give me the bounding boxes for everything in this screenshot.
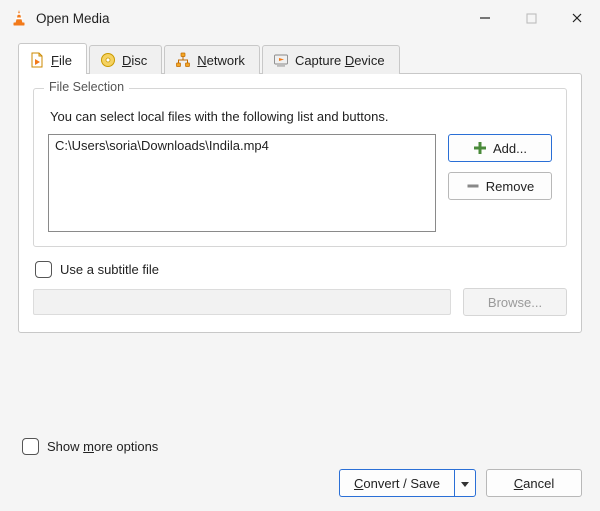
tab-file-label: File [51, 53, 72, 68]
disc-icon [100, 52, 116, 68]
cancel-button[interactable]: Cancel [486, 469, 582, 497]
cancel-button-label: Cancel [514, 476, 554, 491]
subtitle-path-input [33, 289, 451, 315]
subtitle-file-row: Browse... [33, 288, 567, 316]
open-media-window: Open Media File Disc [0, 0, 600, 511]
file-side-buttons: Add... Remove [448, 134, 552, 232]
dialog-action-row: Convert / Save Cancel [18, 469, 582, 497]
tab-network[interactable]: Network [164, 45, 260, 74]
close-button[interactable] [554, 0, 600, 36]
titlebar: Open Media [0, 0, 600, 36]
convert-save-splitbutton: Convert / Save [339, 469, 476, 497]
client-area: File Disc Network [0, 36, 600, 511]
convert-save-dropdown[interactable] [454, 469, 476, 497]
vlc-cone-icon [10, 9, 28, 27]
tab-capture-label: Capture Device [295, 53, 385, 68]
file-selection-legend: File Selection [44, 80, 129, 94]
file-list[interactable]: C:\Users\soria\Downloads\Indila.mp4 [48, 134, 436, 232]
add-button-label: Add... [493, 141, 527, 156]
more-options-row: Show more options [22, 438, 582, 455]
add-button[interactable]: Add... [448, 134, 552, 162]
remove-button[interactable]: Remove [448, 172, 552, 200]
plus-icon [473, 141, 487, 155]
file-selection-group: File Selection You can select local file… [33, 88, 567, 247]
subtitle-checkbox[interactable] [35, 261, 52, 278]
maximize-button[interactable] [508, 0, 554, 36]
remove-button-label: Remove [486, 179, 534, 194]
network-icon [175, 52, 191, 68]
capture-device-icon [273, 52, 289, 68]
tab-file[interactable]: File [18, 43, 87, 74]
tab-network-label: Network [197, 53, 245, 68]
subtitle-checkbox-row: Use a subtitle file [35, 261, 567, 278]
file-row: C:\Users\soria\Downloads\Indila.mp4 Add.… [48, 134, 552, 232]
more-options-label[interactable]: Show more options [47, 439, 158, 454]
bottom-area: Show more options Convert / Save Cancel [18, 428, 582, 497]
minus-icon [466, 179, 480, 193]
convert-save-label: Convert / Save [354, 476, 440, 491]
subtitle-checkbox-label[interactable]: Use a subtitle file [60, 262, 159, 277]
tab-disc[interactable]: Disc [89, 45, 162, 74]
tab-bar: File Disc Network [18, 42, 582, 74]
file-icon [29, 52, 45, 68]
window-title: Open Media [36, 11, 110, 26]
browse-button: Browse... [463, 288, 567, 316]
more-options-checkbox[interactable] [22, 438, 39, 455]
convert-save-button[interactable]: Convert / Save [339, 469, 454, 497]
tab-capture[interactable]: Capture Device [262, 45, 400, 74]
minimize-button[interactable] [462, 0, 508, 36]
tab-disc-label: Disc [122, 53, 147, 68]
chevron-down-icon [461, 476, 469, 491]
file-selection-hint: You can select local files with the foll… [50, 109, 552, 124]
tab-panel-file: File Selection You can select local file… [18, 73, 582, 333]
browse-button-label: Browse... [488, 295, 542, 310]
list-item[interactable]: C:\Users\soria\Downloads\Indila.mp4 [53, 137, 431, 154]
